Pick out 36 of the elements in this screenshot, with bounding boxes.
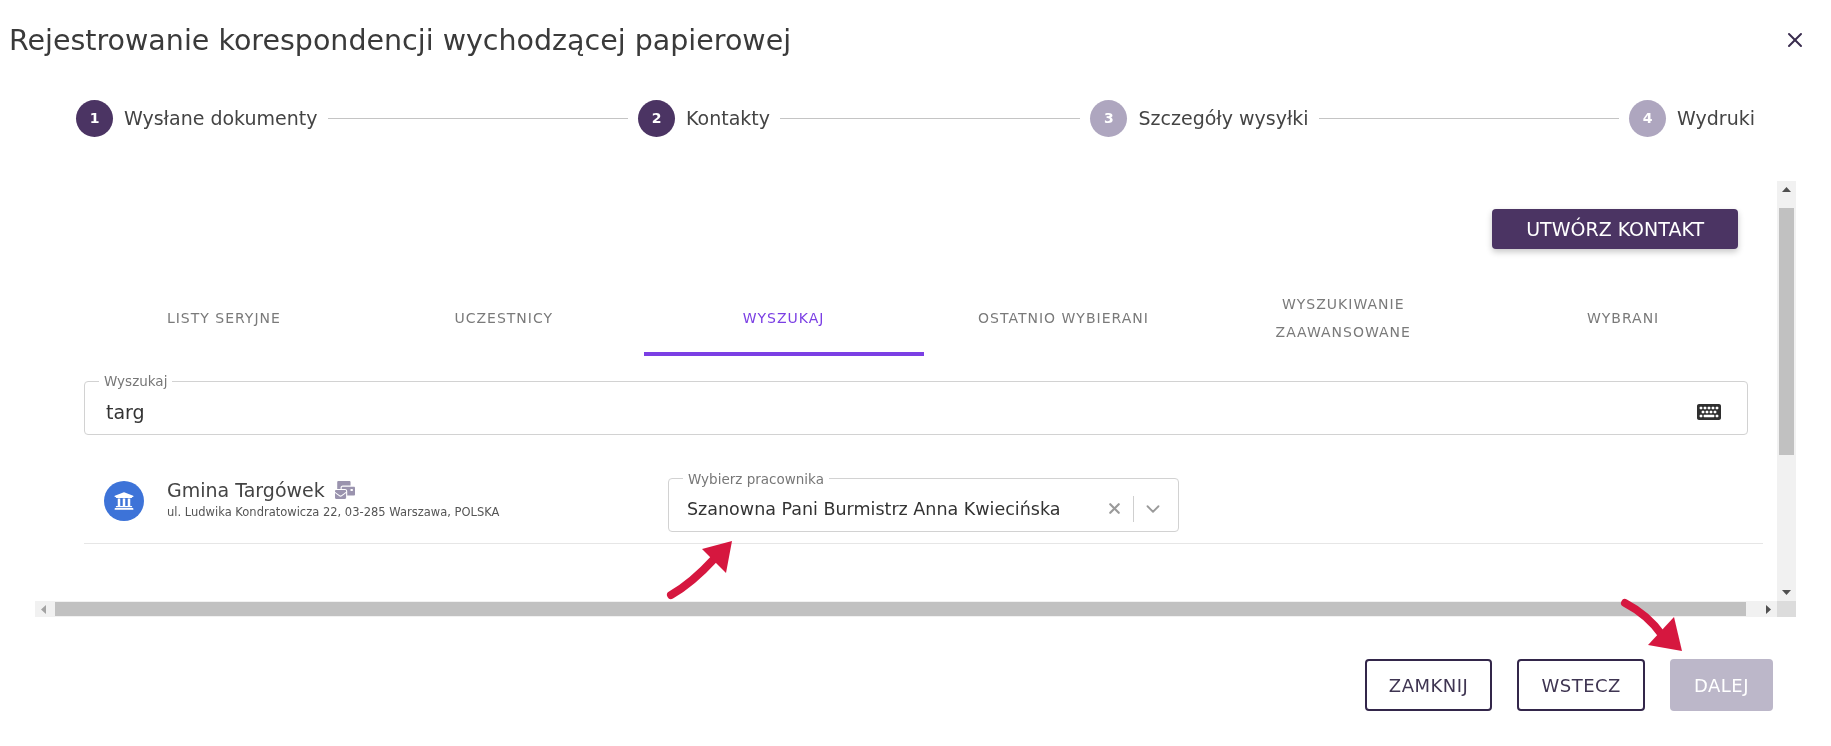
step-label: Wydruki	[1677, 107, 1755, 129]
tab[interactable]: WYSZUKIWANIE ZAAWANSOWANE	[1203, 290, 1484, 356]
create-contact-button[interactable]: UTWÓRZ KONTAKT	[1492, 209, 1738, 249]
employee-select[interactable]: Wybierz pracownika Szanowna Pani Burmistrz Anna Kwiecińska	[668, 470, 1179, 532]
scrollbar-thumb[interactable]	[55, 602, 1746, 616]
step-label: Wysłane dokumenty	[124, 107, 318, 129]
pointer-arrow-icon	[664, 539, 734, 601]
search-value: targ	[105, 400, 146, 423]
step-label: Szczegóły wysyłki	[1138, 107, 1309, 129]
step-label: Kontakty	[686, 107, 770, 129]
horizontal-scrollbar[interactable]	[35, 601, 1777, 617]
bank-icon	[104, 481, 144, 521]
pointer-arrow-icon	[1618, 597, 1685, 653]
step-number: 2	[638, 99, 675, 137]
contact-address: ul. Ludwika Kondratowicza 22, 03-285 Warszawa, POLSKA	[167, 505, 501, 519]
step-number: 1	[76, 99, 113, 137]
selected-value: Szanowna Pani Burmistrz Anna Kwiecińska	[686, 498, 1062, 519]
tab[interactable]: OSTATNIO WYBIERANI	[923, 290, 1204, 356]
scrollbar-corner	[1777, 601, 1796, 617]
action-button[interactable]: ZAMKNIJ	[1364, 659, 1493, 711]
tab[interactable]: LISTY SERYJNE	[84, 290, 364, 356]
tab[interactable]: WYSZUKAJ	[643, 290, 924, 356]
clear-icon[interactable]	[1106, 500, 1123, 517]
vertical-scrollbar[interactable]	[1777, 181, 1796, 601]
tab[interactable]: WYBRANI	[1483, 290, 1763, 356]
field-label: Wybierz pracownika	[687, 470, 825, 487]
step-number: 3	[1090, 99, 1128, 137]
step-number: 4	[1629, 99, 1667, 137]
envelopes-icon	[334, 480, 355, 500]
contact-name: Gmina Targówek	[167, 479, 325, 501]
tab[interactable]: UCZESTNICY	[363, 290, 644, 356]
search-field[interactable]: Wyszukaj targ	[84, 373, 1748, 435]
action-button[interactable]: WSTECZ	[1517, 659, 1645, 711]
scrollbar-thumb[interactable]	[1779, 208, 1794, 455]
field-label: Wyszukaj	[103, 373, 169, 389]
dialog-title: Rejestrowanie korespondencji wychodzącej papierowej	[9, 23, 792, 57]
